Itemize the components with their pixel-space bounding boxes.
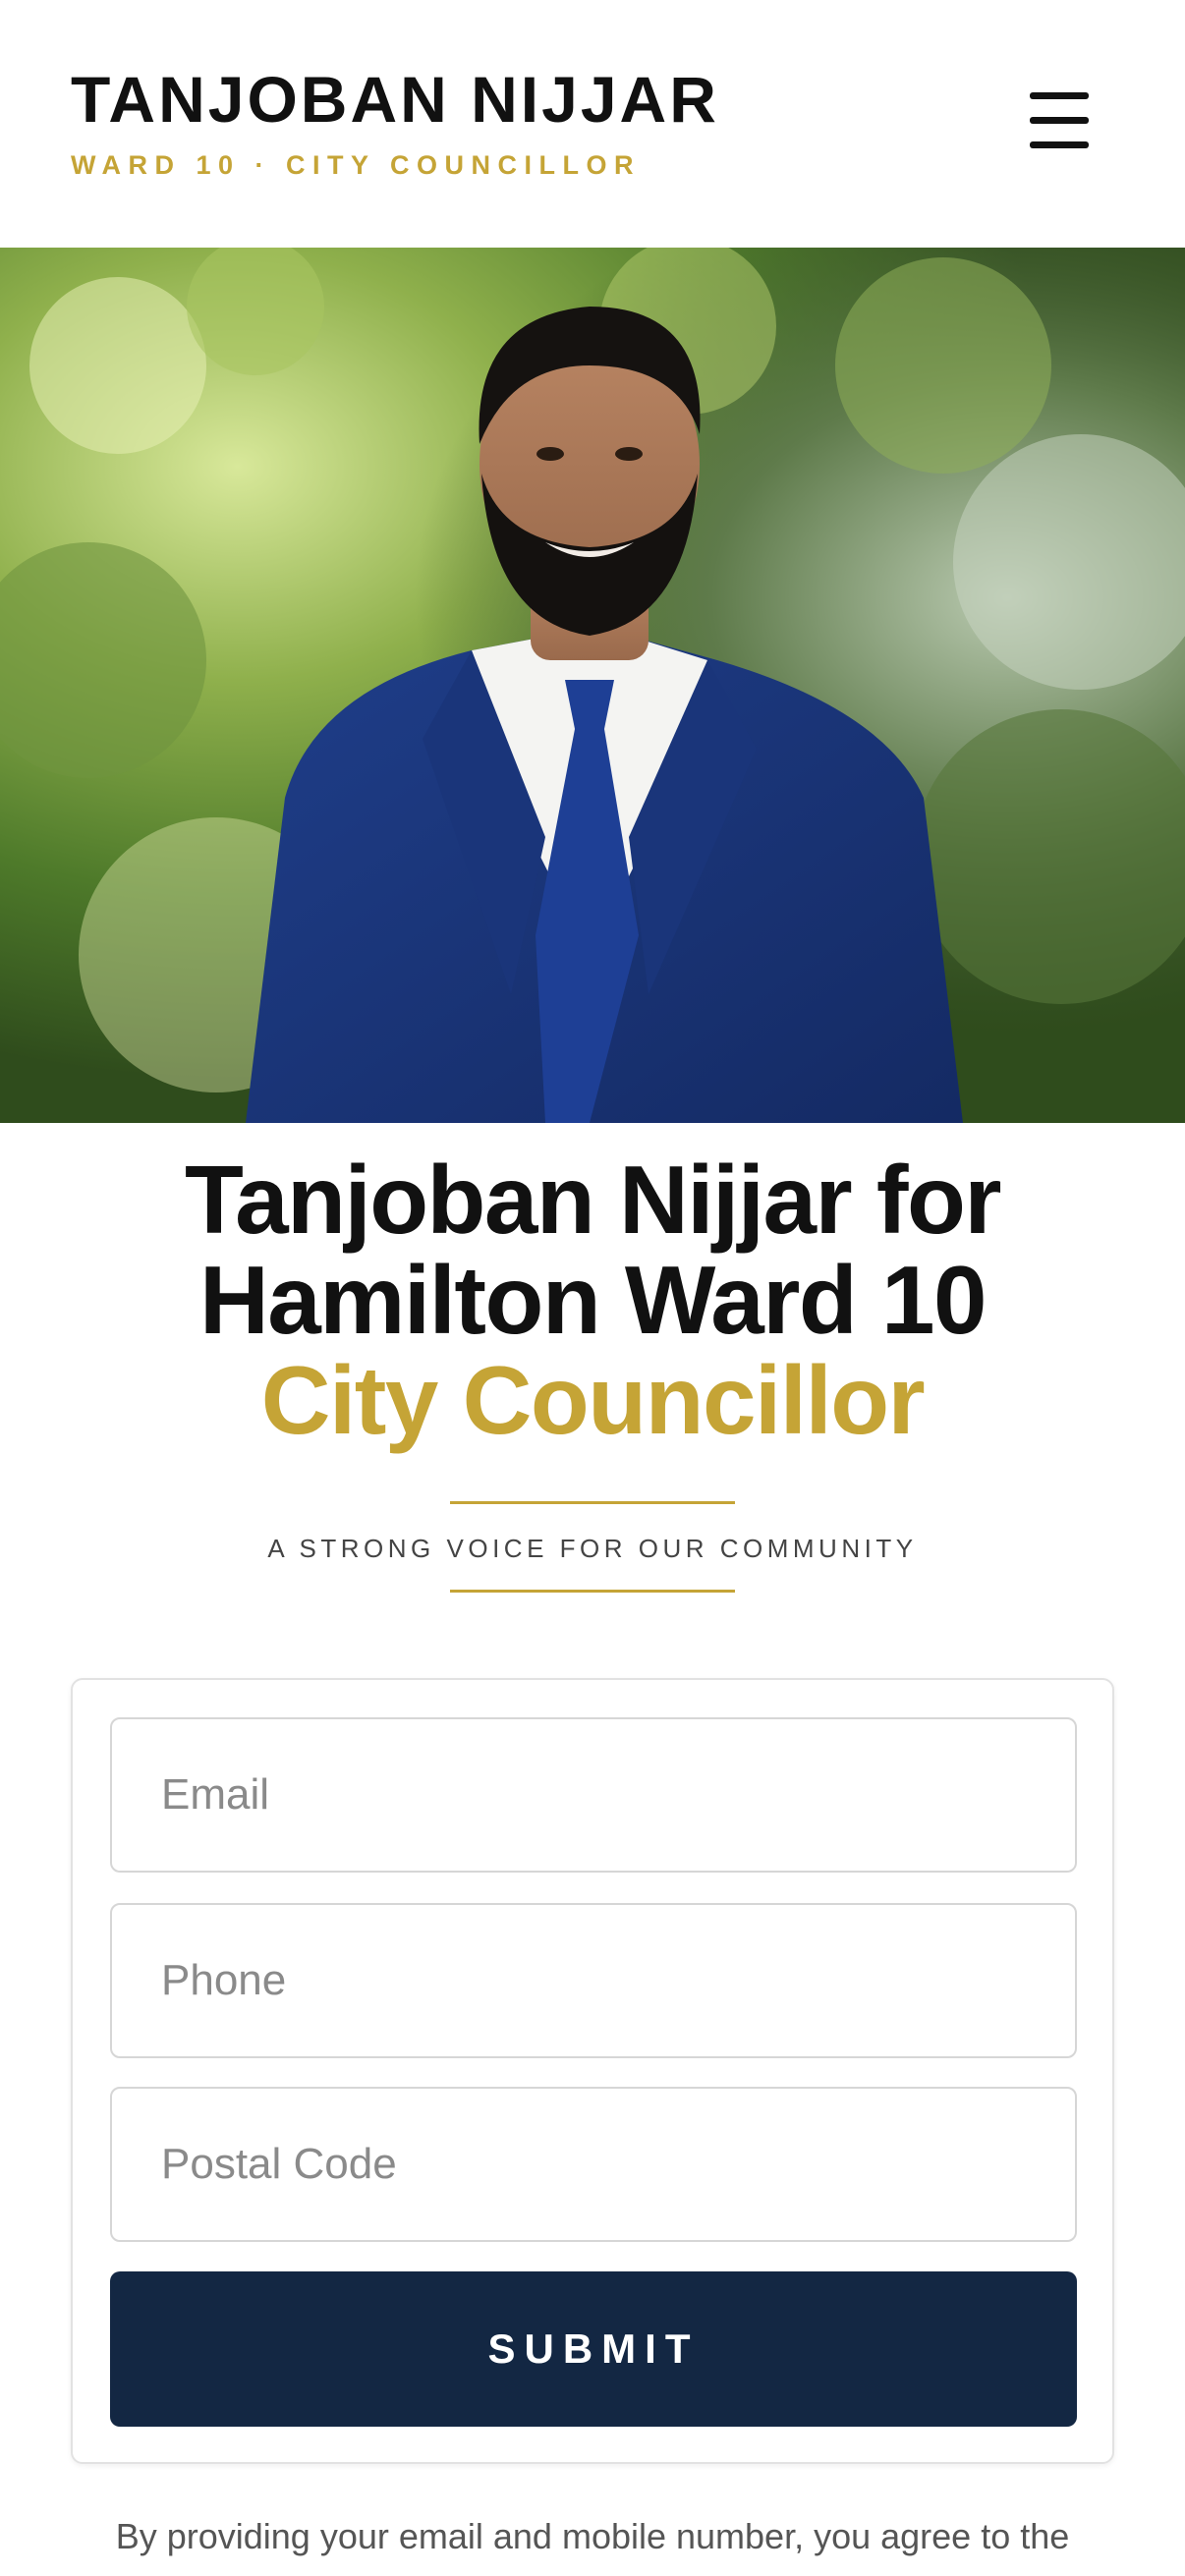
signup-form: SUBMIT xyxy=(71,1678,1114,2464)
candidate-portrait xyxy=(0,248,1185,1123)
consent-text: By providing your email and mobile numbe… xyxy=(115,2516,1070,2556)
tagline-divider-top xyxy=(450,1501,735,1504)
site-header: TANJOBAN NIJJAR WARD 10 · CITY COUNCILLO… xyxy=(0,0,1185,248)
headline-line-3: City Councillor xyxy=(260,1346,926,1454)
hamburger-menu-icon[interactable] xyxy=(1022,88,1089,151)
tagline-divider-bottom xyxy=(450,1590,735,1593)
postal-code-field[interactable] xyxy=(110,2087,1077,2242)
site-subtitle: WARD 10 · CITY COUNCILLOR xyxy=(71,150,642,180)
headline-line-1: Tanjoban Nijjar for xyxy=(185,1146,1001,1254)
headline-line-2: Hamilton Ward 10 xyxy=(198,1246,988,1354)
submit-button[interactable]: SUBMIT xyxy=(110,2271,1077,2427)
phone-field[interactable] xyxy=(110,1903,1077,2058)
menu-bar xyxy=(1030,117,1089,124)
tagline: A STRONG VOICE FOR OUR COMMUNITY xyxy=(267,1534,918,1563)
site-title[interactable]: TANJOBAN NIJJAR xyxy=(71,67,719,132)
menu-bar xyxy=(1030,141,1089,148)
candidate-portrait-image xyxy=(0,248,1185,1123)
menu-bar xyxy=(1030,92,1089,99)
page-headline: Tanjoban Nijjar for Hamilton Ward 10 Cit… xyxy=(0,1149,1185,1450)
email-field[interactable] xyxy=(110,1717,1077,1873)
